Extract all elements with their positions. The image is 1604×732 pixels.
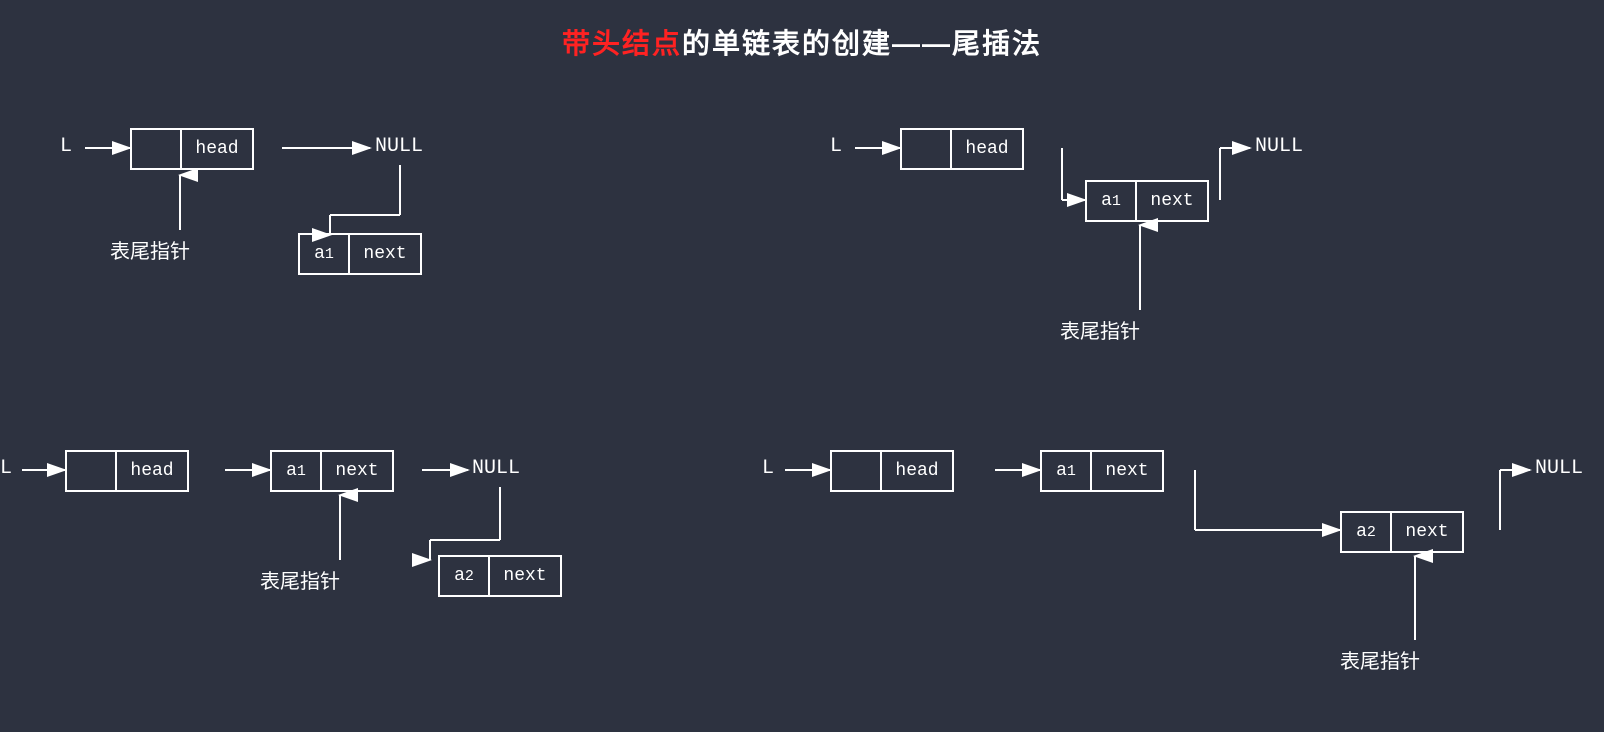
tl-null: NULL	[375, 135, 423, 158]
br-a1-next-label: next	[1092, 452, 1162, 490]
bl-head-node: head	[65, 450, 189, 492]
bl-tail-label: 表尾指针	[260, 565, 340, 594]
bl-head-left-cell	[67, 452, 117, 490]
br-head-node: head	[830, 450, 954, 492]
br-l-label: L	[762, 457, 774, 480]
tl-tail-label: 表尾指针	[110, 235, 190, 264]
tr-head-node: head	[900, 128, 1024, 170]
bl-a1-label: a1	[272, 452, 322, 490]
tl-l-label: L	[60, 135, 72, 158]
tr-a1-next-label: next	[1137, 182, 1207, 220]
br-head-label: head	[882, 452, 952, 490]
br-a2-label: a2	[1342, 513, 1392, 551]
br-a1-label: a1	[1042, 452, 1092, 490]
tr-tail-label: 表尾指针	[1060, 315, 1140, 344]
tl-a1-label: a1	[300, 235, 350, 273]
bl-head-label: head	[117, 452, 187, 490]
bl-a2-node: a2 next	[438, 555, 562, 597]
tr-a1-node: a1 next	[1085, 180, 1209, 222]
tr-head-label: head	[952, 130, 1022, 168]
tr-a1-label: a1	[1087, 182, 1137, 220]
br-null: NULL	[1535, 457, 1583, 480]
tr-l-label: L	[830, 135, 842, 158]
bl-a1-next-label: next	[322, 452, 392, 490]
br-head-left-cell	[832, 452, 882, 490]
tr-null: NULL	[1255, 135, 1303, 158]
bl-l-label: L	[0, 457, 12, 480]
title-highlight: 带头结点	[562, 28, 682, 59]
tl-head-left-cell	[132, 130, 182, 168]
bl-a2-next-label: next	[490, 557, 560, 595]
bl-a2-label: a2	[440, 557, 490, 595]
tl-a1-next-label: next	[350, 235, 420, 273]
title-suffix: 的单链表的创建——尾插法	[682, 28, 1042, 59]
page-title: 带头结点的单链表的创建——尾插法	[0, 0, 1604, 62]
diagram-arrows	[0, 0, 1604, 732]
tl-head-label: head	[182, 130, 252, 168]
bl-a1-node: a1 next	[270, 450, 394, 492]
bl-null: NULL	[472, 457, 520, 480]
br-a2-next-label: next	[1392, 513, 1462, 551]
br-a1-node: a1 next	[1040, 450, 1164, 492]
br-a2-node: a2 next	[1340, 511, 1464, 553]
br-tail-label: 表尾指针	[1340, 645, 1420, 674]
tr-head-left-cell	[902, 130, 952, 168]
tl-head-node: head	[130, 128, 254, 170]
tl-a1-node: a1 next	[298, 233, 422, 275]
